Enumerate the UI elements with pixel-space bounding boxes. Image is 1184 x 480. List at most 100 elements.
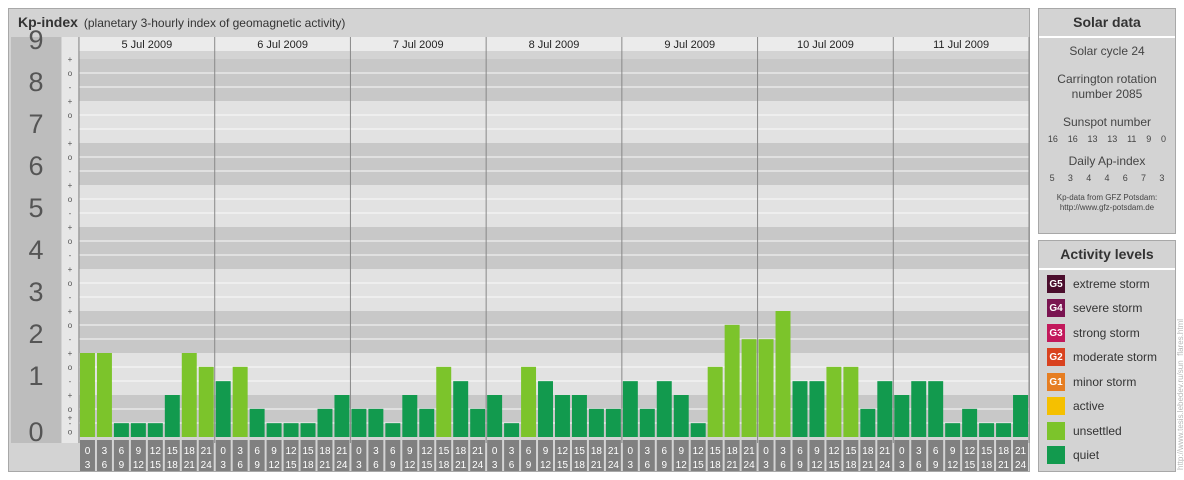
sub-tick-label: - bbox=[69, 83, 72, 92]
y-tick-label: 5 bbox=[28, 193, 43, 223]
interval-start-label: 12 bbox=[964, 446, 976, 457]
interval-end-label: 3 bbox=[85, 460, 91, 471]
interval-end-label: 12 bbox=[947, 460, 959, 471]
ap-value: 4 bbox=[1086, 173, 1092, 183]
interval-start-label: 3 bbox=[645, 446, 651, 457]
level-g1: G1 minor storm bbox=[1047, 373, 1136, 391]
kp-bar bbox=[979, 423, 995, 437]
kp-bar bbox=[707, 366, 723, 437]
kp-bar bbox=[470, 408, 486, 437]
kp-bar bbox=[164, 395, 180, 437]
interval-start-label: 15 bbox=[438, 446, 450, 457]
sub-tick-label: + bbox=[68, 391, 73, 400]
kp-bar bbox=[232, 366, 248, 437]
kp-bar bbox=[181, 353, 197, 437]
credit-text: http://www.tesis.lebedev.ru/sun_flares.h… bbox=[1176, 318, 1184, 470]
interval-end-label: 15 bbox=[693, 460, 705, 471]
kp-bar bbox=[317, 408, 333, 437]
kp-bar bbox=[639, 408, 655, 437]
interval-end-label: 9 bbox=[661, 460, 667, 471]
sunspot-value: 9 bbox=[1146, 134, 1152, 144]
y-tick-label: 8 bbox=[28, 67, 43, 97]
interval-start-label: 15 bbox=[981, 446, 993, 457]
solar-data-title: Solar data bbox=[1039, 9, 1175, 38]
kp-bar bbox=[588, 408, 604, 437]
kp-bar bbox=[555, 395, 570, 437]
level-quiet: quiet bbox=[1047, 446, 1099, 464]
sunspot-values: 16 16 13 13 11 9 0 bbox=[1039, 134, 1175, 144]
sub-tick-label: o bbox=[68, 153, 73, 162]
interval-start-label: 6 bbox=[254, 446, 260, 457]
kp-bar bbox=[758, 339, 774, 437]
ap-value: 4 bbox=[1104, 173, 1110, 183]
kp-bar bbox=[962, 408, 978, 437]
interval-end-label: 6 bbox=[780, 460, 786, 471]
sub-tick-label: o bbox=[68, 237, 73, 246]
interval-end-label: 9 bbox=[933, 460, 939, 471]
source-link[interactable]: http://www.gfz-potsdam.de bbox=[1039, 203, 1175, 213]
sub-tick-label: - bbox=[69, 377, 72, 386]
interval-end-label: 15 bbox=[421, 460, 433, 471]
interval-start-label: 15 bbox=[845, 446, 857, 457]
kp-bar bbox=[690, 423, 706, 437]
interval-end-label: 3 bbox=[763, 460, 769, 471]
interval-end-label: 21 bbox=[727, 460, 739, 471]
kp-bar bbox=[113, 423, 129, 437]
interval-end-label: 9 bbox=[119, 460, 125, 471]
level-g4: G4 severe storm bbox=[1047, 299, 1142, 317]
interval-start-label: 12 bbox=[557, 446, 569, 457]
sub-tick-label: o bbox=[68, 427, 73, 436]
interval-start-label: 9 bbox=[407, 446, 413, 457]
interval-start-label: 21 bbox=[336, 446, 348, 457]
sunspot-value: 0 bbox=[1161, 134, 1167, 144]
sunspot-value: 13 bbox=[1107, 134, 1118, 144]
interval-start-label: 21 bbox=[879, 446, 891, 457]
sub-tick-label: o bbox=[68, 111, 73, 120]
kp-bar bbox=[300, 423, 316, 437]
interval-end-label: 3 bbox=[220, 460, 226, 471]
sub-tick-label: - bbox=[69, 125, 72, 134]
solar-cycle: Solar cycle 24 bbox=[1069, 44, 1145, 58]
y-tick-label: 7 bbox=[28, 109, 43, 139]
level-label: moderate storm bbox=[1073, 350, 1158, 364]
interval-start-label: 21 bbox=[1015, 446, 1027, 457]
kp-bar bbox=[928, 381, 944, 437]
interval-start-label: 6 bbox=[526, 446, 532, 457]
kp-bar bbox=[860, 408, 876, 437]
interval-end-label: 21 bbox=[455, 460, 467, 471]
solar-data-panel: Solar data Solar cycle 24 Carrington rot… bbox=[1038, 8, 1176, 234]
interval-start-label: 6 bbox=[661, 446, 667, 457]
sub-tick-label: o bbox=[68, 279, 73, 288]
interval-end-label: 24 bbox=[744, 460, 756, 471]
activity-levels-title: Activity levels bbox=[1039, 241, 1175, 270]
day-label: 8 Jul 2009 bbox=[529, 39, 580, 51]
interval-start-label: 6 bbox=[390, 446, 396, 457]
interval-end-label: 18 bbox=[845, 460, 857, 471]
level-active: active bbox=[1047, 397, 1104, 415]
kp-bar bbox=[538, 381, 553, 437]
kp-bar bbox=[147, 423, 163, 437]
active-swatch bbox=[1047, 397, 1065, 415]
kp-bar bbox=[1013, 395, 1028, 437]
interval-start-label: 3 bbox=[102, 446, 108, 457]
sub-tick-label: + bbox=[68, 55, 73, 64]
interval-start-label: 0 bbox=[220, 446, 226, 457]
kp-bar bbox=[368, 408, 384, 437]
interval-end-label: 21 bbox=[184, 460, 196, 471]
interval-start-label: 9 bbox=[950, 446, 956, 457]
level-g2: G2 moderate storm bbox=[1047, 348, 1157, 366]
activity-levels-panel: Activity levels G5 extreme storm G4 severe… bbox=[1038, 240, 1176, 472]
interval-end-label: 21 bbox=[862, 460, 874, 471]
interval-start-label: 18 bbox=[455, 446, 467, 457]
interval-end-label: 15 bbox=[285, 460, 297, 471]
sub-tick-label: - bbox=[69, 209, 72, 218]
kp-bar bbox=[775, 311, 791, 437]
sub-tick-label: - bbox=[69, 335, 72, 344]
interval-end-label: 6 bbox=[509, 460, 515, 471]
kp-bar bbox=[130, 423, 146, 437]
level-g5: G5 extreme storm bbox=[1047, 275, 1150, 293]
day-label: 7 Jul 2009 bbox=[393, 39, 444, 51]
interval-end-label: 15 bbox=[964, 460, 976, 471]
interval-end-label: 21 bbox=[591, 460, 603, 471]
interval-end-label: 24 bbox=[336, 460, 348, 471]
